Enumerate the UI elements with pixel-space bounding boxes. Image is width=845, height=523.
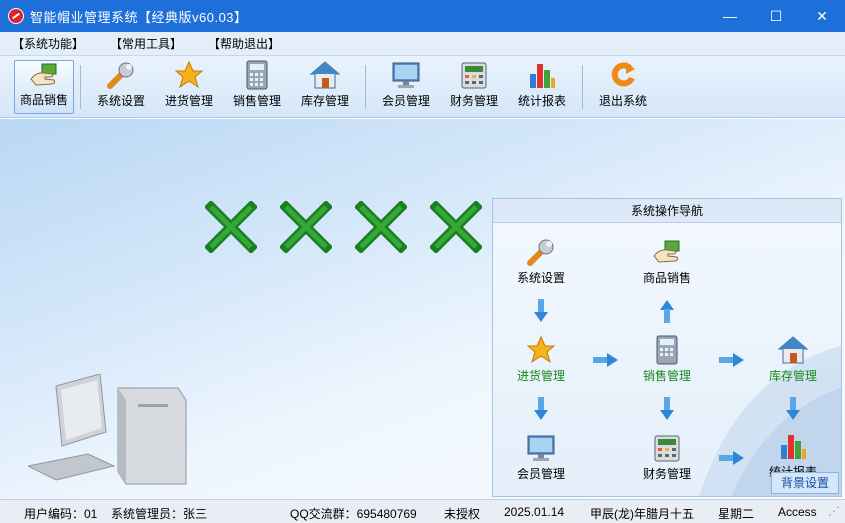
minimize-button[interactable]: — (707, 0, 753, 32)
status-lunar-date: 甲辰(龙)年腊月十五 (590, 507, 694, 521)
maximize-button[interactable]: ☐ (753, 0, 799, 32)
status-admin: 系统管理员：张三 (111, 507, 208, 521)
status-weekday: 星期二 (718, 507, 755, 521)
status-date: 2025.01.14 (504, 505, 565, 519)
nav-node-product-sales[interactable]: 商品销售 (627, 237, 707, 286)
arrow-down-icon (786, 397, 800, 420)
tool-statistical-reports[interactable]: 统计报表 (508, 60, 576, 114)
cross-icon (280, 201, 332, 253)
tool-label: 库存管理 (300, 93, 349, 108)
operation-navigation-panel: 系统操作导航 系统设置 商品销售 进货管理 销售管理 库存管理 会员管理 财务管… (492, 198, 842, 497)
exit-icon (607, 60, 639, 90)
toolbar-separator (80, 64, 81, 109)
bar-chart-icon (777, 431, 809, 461)
tool-label: 销售管理 (232, 93, 281, 108)
nav-node-member-management[interactable]: 会员管理 (501, 433, 581, 482)
arrow-down-icon (534, 397, 548, 420)
wrench-icon (525, 237, 557, 267)
tool-member-management[interactable]: 会员管理 (372, 60, 440, 114)
cross-row (205, 201, 505, 253)
nav-node-finance-management[interactable]: 财务管理 (627, 433, 707, 482)
window-title: 智能帽业管理系统【经典版v60.03】 (30, 9, 248, 25)
house-icon (777, 335, 809, 365)
nav-panel-title: 系统操作导航 (493, 199, 841, 223)
house-icon (309, 60, 341, 90)
resize-grip-icon[interactable]: ⋰ (828, 504, 840, 518)
nav-node-sales-management[interactable]: 销售管理 (627, 335, 707, 384)
toolbar: 商品销售 系统设置 进货管理 销售管理 库存管理 会员管理 财务管理 统计报表 … (0, 56, 845, 118)
star-icon (173, 60, 205, 90)
title-bar: 智能帽业管理系统【经典版v60.03】 — ☐ ✕ (0, 0, 845, 32)
tool-label: 系统设置 (96, 93, 145, 108)
nav-node-inventory-management[interactable]: 库存管理 (753, 335, 833, 384)
arrow-right-icon (719, 451, 744, 465)
hand-card-icon (651, 237, 683, 267)
tool-exit-system[interactable]: 退出系统 (589, 60, 657, 114)
status-qq-group: QQ交流群：695480769 (290, 507, 417, 521)
bar-chart-icon (526, 60, 558, 90)
close-button[interactable]: ✕ (799, 0, 845, 32)
star-icon (525, 335, 557, 365)
tool-product-sales[interactable]: 商品销售 (14, 59, 74, 114)
menu-common-tools[interactable]: 【常用工具】 (110, 35, 182, 52)
nav-node-purchase-management[interactable]: 进货管理 (501, 335, 581, 384)
cross-icon (355, 201, 407, 253)
cross-icon (205, 201, 257, 253)
tool-label: 统计报表 (517, 93, 566, 108)
background-settings-button[interactable]: 背景设置 (771, 472, 839, 494)
status-bar: 用户编码：01 系统管理员：张三 QQ交流群：695480769 未授权 202… (0, 499, 845, 523)
nav-node-system-settings[interactable]: 系统设置 (501, 237, 581, 286)
tool-purchase-management[interactable]: 进货管理 (155, 60, 223, 114)
menu-system-functions[interactable]: 【系统功能】 (12, 35, 84, 52)
status-database: Access (778, 505, 817, 519)
status-license: 未授权 (444, 507, 481, 521)
main-workspace: 系统操作导航 系统设置 商品销售 进货管理 销售管理 库存管理 会员管理 财务管… (0, 119, 845, 499)
window-controls: — ☐ ✕ (707, 0, 845, 32)
tool-finance-management[interactable]: 财务管理 (440, 60, 508, 114)
toolbar-separator (365, 64, 366, 109)
tool-label: 退出系统 (598, 93, 647, 108)
menu-help-exit[interactable]: 【帮助退出】 (208, 35, 280, 52)
arrow-down-icon (534, 299, 548, 322)
arrow-down-icon (660, 397, 674, 420)
status-user-code: 用户编码：01 (24, 507, 98, 521)
tool-label: 商品销售 (19, 92, 68, 107)
arrow-right-icon (719, 353, 744, 367)
tool-label: 财务管理 (449, 93, 498, 108)
cash-register-icon (651, 433, 683, 463)
monitor-icon (390, 60, 422, 90)
menu-bar: 【系统功能】 【常用工具】 【帮助退出】 (0, 32, 845, 56)
cross-icon (430, 201, 482, 253)
arrow-right-icon (593, 353, 618, 367)
cash-register-icon (458, 60, 490, 90)
tool-system-settings[interactable]: 系统设置 (87, 60, 155, 114)
tool-sales-management[interactable]: 销售管理 (223, 60, 291, 114)
calculator-icon (241, 60, 273, 90)
wrench-icon (105, 60, 137, 90)
computer-illustration (28, 374, 187, 485)
toolbar-separator (582, 64, 583, 109)
monitor-icon (525, 433, 557, 463)
hand-card-icon (28, 61, 60, 89)
arrow-up-icon (660, 300, 674, 323)
tool-label: 会员管理 (381, 93, 430, 108)
calculator-icon (651, 335, 683, 365)
tool-label: 进货管理 (164, 93, 213, 108)
app-logo-icon (8, 8, 24, 24)
tool-inventory-management[interactable]: 库存管理 (291, 60, 359, 114)
